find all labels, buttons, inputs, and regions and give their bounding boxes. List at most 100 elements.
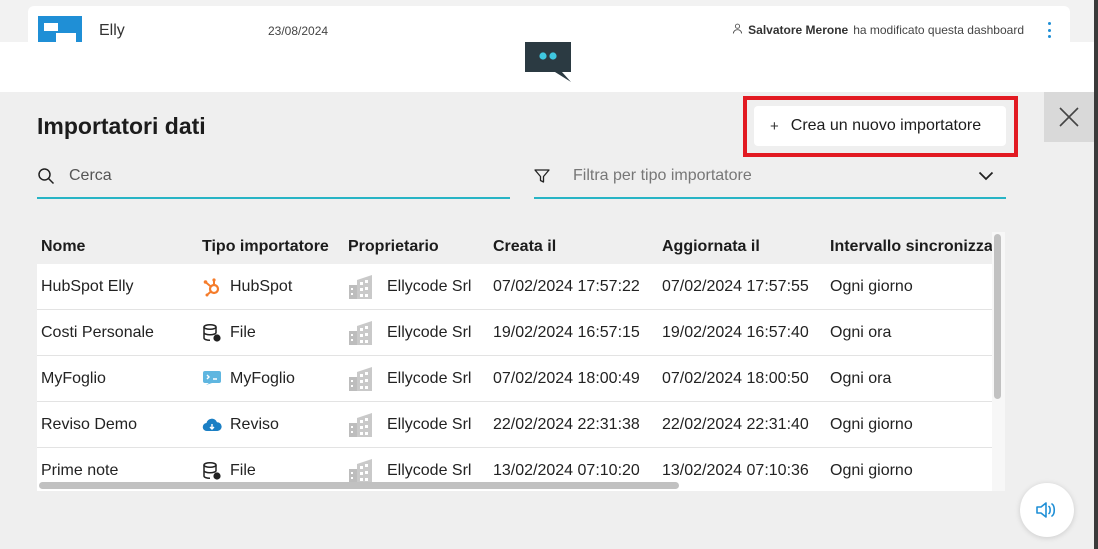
audio-button[interactable] (1020, 483, 1074, 537)
chat-bubble-icon (525, 42, 571, 82)
search-field[interactable] (37, 154, 510, 199)
hubspot-icon (202, 277, 222, 297)
database-file-icon (202, 461, 222, 481)
owner-name: Ellycode Srl (387, 462, 472, 479)
vertical-scrollbar[interactable] (994, 234, 1001, 399)
building-icon (348, 459, 374, 483)
close-button[interactable] (1044, 92, 1094, 142)
chevron-down-icon[interactable] (978, 171, 994, 181)
created-date: 07/02/2024 18:00:49 (493, 370, 640, 387)
owner-name: Ellycode Srl (387, 416, 472, 433)
importer-type: File (230, 324, 256, 341)
building-icon (348, 275, 374, 299)
horizontal-scrollbar[interactable] (39, 482, 679, 489)
myfoglio-icon (202, 369, 222, 389)
cell-interval: Ogni giorno (830, 264, 913, 310)
created-date: 13/02/2024 07:10:20 (493, 462, 640, 479)
cell-name: Costi Personale (41, 310, 154, 356)
updated-date: 07/02/2024 18:00:50 (662, 370, 809, 387)
cell-updated: 19/02/2024 16:57:40 (662, 310, 809, 356)
user-name: Salvatore Merone (748, 23, 849, 37)
updated-date: 19/02/2024 16:57:40 (662, 324, 809, 341)
table-row[interactable]: Reviso Demo Reviso Ellycode Srl 22/02/2024 … (37, 402, 992, 448)
cell-owner: Ellycode Srl (348, 402, 471, 448)
importer-type: MyFoglio (230, 370, 295, 387)
table-row[interactable]: Costi Personale File Ellycode Srl 19/02/202… (37, 310, 992, 356)
modal-title: Importatori dati (37, 113, 206, 139)
speaker-icon (1036, 502, 1056, 518)
column-header-name[interactable]: Nome (41, 238, 85, 256)
create-importer-button[interactable]: + Crea un nuovo importatore (754, 106, 1006, 146)
column-header-sync-interval[interactable]: Intervallo sincronizza (830, 238, 993, 256)
owner-name: Ellycode Srl (387, 370, 472, 387)
importer-name: Prime note (41, 462, 119, 479)
updated-date: 13/02/2024 07:10:36 (662, 462, 809, 479)
importer-name: Costi Personale (41, 324, 154, 341)
filter-placeholder: Filtra per tipo importatore (573, 166, 752, 184)
owner-name: Ellycode Srl (387, 278, 472, 295)
building-icon (348, 413, 374, 437)
column-header-updated[interactable]: Aggiornata il (662, 238, 760, 256)
cell-created: 07/02/2024 17:57:22 (493, 264, 640, 310)
search-input[interactable] (69, 166, 489, 185)
cell-created: 19/02/2024 16:57:15 (493, 310, 640, 356)
cell-interval: Ogni ora (830, 310, 891, 356)
updated-date: 22/02/2024 22:31:40 (662, 416, 809, 433)
importer-type-filter[interactable]: Filtra per tipo importatore (534, 154, 1006, 199)
importer-type: Reviso (230, 416, 279, 433)
created-date: 19/02/2024 16:57:15 (493, 324, 640, 341)
filter-icon (534, 168, 554, 184)
owner-name: Ellycode Srl (387, 324, 472, 341)
cell-type: MyFoglio (202, 356, 295, 402)
table-row[interactable]: HubSpot Elly HubSpot Ellycode Srl 07/02/202… (37, 264, 992, 310)
sync-interval: Ogni ora (830, 370, 892, 387)
window-edge (1094, 0, 1098, 549)
chat-tab[interactable] (505, 28, 589, 94)
cell-name: Reviso Demo (41, 402, 137, 448)
cell-name: MyFoglio (41, 356, 106, 402)
importer-type: File (230, 462, 256, 479)
cell-created: 07/02/2024 18:00:49 (493, 356, 640, 402)
database-file-icon (202, 323, 222, 343)
cell-updated: 22/02/2024 22:31:40 (662, 402, 809, 448)
cell-updated: 13/02/2024 07:10:36 (662, 448, 809, 491)
search-icon (37, 167, 57, 185)
kebab-menu-icon[interactable] (1044, 20, 1054, 40)
cell-interval: Ogni ora (830, 356, 891, 402)
cloud-icon (202, 415, 222, 435)
cell-updated: 07/02/2024 17:57:55 (662, 264, 809, 310)
importers-table: Nome Tipo importatore Proprietario Creat… (37, 232, 1005, 491)
table-row[interactable]: MyFoglio MyFoglio Ellycode Srl 07/02/2024 1… (37, 356, 992, 402)
sync-interval: Ogni giorno (830, 462, 913, 479)
cell-owner: Ellycode Srl (348, 264, 471, 310)
sync-interval: Ogni giorno (830, 278, 913, 295)
building-icon (348, 367, 374, 391)
create-importer-label: Crea un nuovo importatore (790, 117, 982, 134)
table-header: Nome Tipo importatore Proprietario Creat… (37, 232, 1005, 264)
column-header-created[interactable]: Creata il (493, 238, 556, 256)
importer-name: MyFoglio (41, 370, 106, 387)
cell-owner: Ellycode Srl (348, 356, 471, 402)
user-icon (732, 23, 743, 37)
data-importers-modal: Importatori dati + Crea un nuovo importa… (0, 92, 1094, 549)
sync-interval: Ogni ora (830, 324, 892, 341)
cell-type: Reviso (202, 402, 279, 448)
last-edit-info: Salvatore Merone ha modificato questa da… (732, 23, 1024, 37)
importer-name: Reviso Demo (41, 416, 138, 433)
column-header-type[interactable]: Tipo importatore (202, 238, 329, 256)
cell-interval: Ogni giorno (830, 402, 913, 448)
cell-type: File (202, 310, 256, 356)
updated-date: 07/02/2024 17:57:55 (662, 278, 809, 295)
importer-name: HubSpot Elly (41, 278, 134, 295)
cell-updated: 07/02/2024 18:00:50 (662, 356, 809, 402)
app-name: Elly (99, 22, 125, 39)
created-date: 07/02/2024 17:57:22 (493, 278, 640, 295)
dashboard-date: 23/08/2024 (268, 24, 329, 38)
sync-interval: Ogni giorno (830, 416, 913, 433)
cell-type: HubSpot (202, 264, 292, 310)
building-icon (348, 321, 374, 345)
cell-owner: Ellycode Srl (348, 310, 471, 356)
user-action-text: ha modificato questa dashboard (853, 23, 1024, 37)
column-header-owner[interactable]: Proprietario (348, 238, 439, 256)
cell-interval: Ogni giorno (830, 448, 913, 491)
